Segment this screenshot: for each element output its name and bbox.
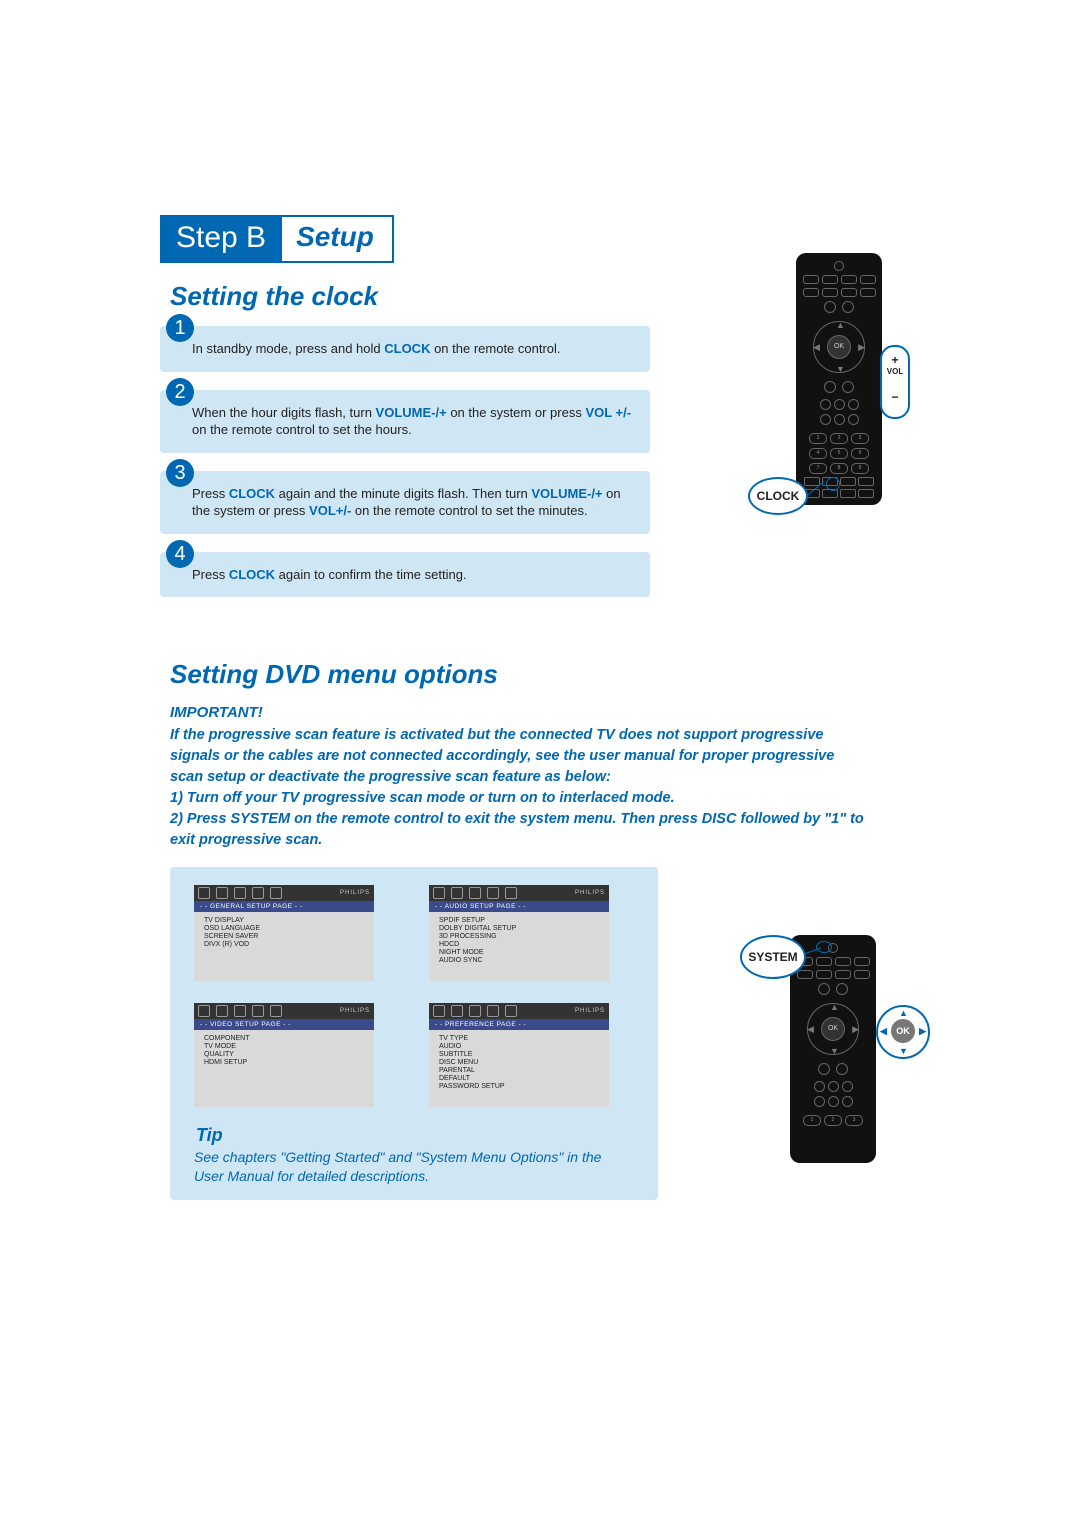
callout-system: SYSTEM [740,935,806,979]
menu-general: PHILIPS - - GENERAL SETUP PAGE - - TV DI… [194,885,374,981]
step-box-4: Press CLOCK again to confirm the time se… [160,552,650,598]
remote-control-top: ▲▼◀▶OK 123 456 789 [796,253,882,505]
menu-video: PHILIPS - - VIDEO SETUP PAGE - - COMPONE… [194,1003,374,1107]
tip-body: See chapters "Getting Started" and "Syst… [194,1148,614,1186]
step-box-2: When the hour digits flash, turn VOLUME-… [160,390,650,453]
step-box-3: Press CLOCK again and the minute digits … [160,471,650,534]
step-label: Step B [160,215,282,263]
step-number-1: 1 [166,314,194,342]
callout-volume: + VOL − [880,345,910,419]
callout-ok-wheel: ▲ ▼ ◀ ▶ OK [876,1005,930,1059]
important-body: If the progressive scan feature is activ… [170,725,870,851]
clock-steps: 1 In standby mode, press and hold CLOCK … [160,314,610,597]
dvd-menu-panel: PHILIPS - - GENERAL SETUP PAGE - - TV DI… [170,867,658,1200]
callout-clock: CLOCK [748,477,808,515]
remote-highlight-clock [826,477,840,491]
step-number-3: 3 [166,459,194,487]
step-number-2: 2 [166,378,194,406]
setup-label: Setup [282,215,394,263]
remote-control-bottom: ▲▼◀▶OK 123 [790,935,876,1163]
important-label: IMPORTANT! [170,704,770,721]
menu-audio: PHILIPS - - AUDIO SETUP PAGE - - SPDIF S… [429,885,609,981]
menu-preference: PHILIPS - - PREFERENCE PAGE - - TV TYPEA… [429,1003,609,1107]
step-number-4: 4 [166,540,194,568]
step-box-1: In standby mode, press and hold CLOCK on… [160,326,650,372]
section-title-dvd: Setting DVD menu options [170,659,950,690]
tip-title: Tip [196,1125,634,1146]
